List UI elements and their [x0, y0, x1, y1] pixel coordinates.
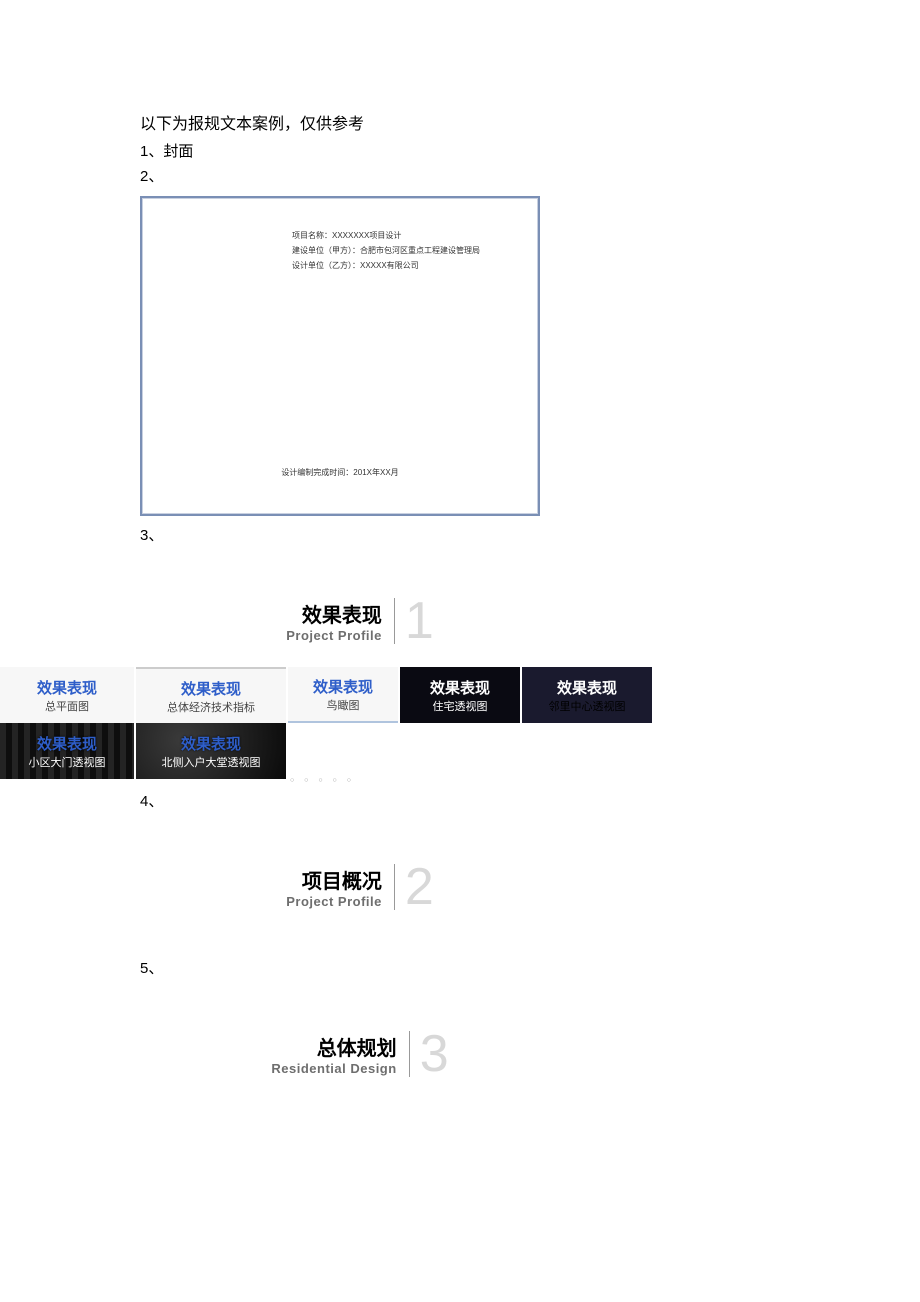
- tile-title: 效果表现: [37, 677, 97, 698]
- tile-lobby-perspective: 效果表现 北侧入户大堂透视图: [136, 723, 286, 779]
- section-2-cn: 项目概况: [286, 865, 382, 894]
- tile-birdview: 效果表现 鸟瞰图: [288, 667, 398, 723]
- cover-page-preview: 项目名称：XXXXXXX项目设计 建设单位（甲方）：合肥市包河区重点工程建设管理…: [140, 196, 540, 516]
- item-4: 4、: [140, 790, 780, 811]
- section-2-en: Project Profile: [286, 894, 382, 909]
- item-3: 3、: [140, 524, 780, 545]
- section-3-number: 3: [420, 1028, 449, 1080]
- divider-icon: [409, 1031, 410, 1077]
- tile-subtitle: 鸟瞰图: [327, 697, 360, 713]
- section-3-en: Residential Design: [271, 1061, 396, 1076]
- tile-title: 效果表现: [37, 733, 97, 754]
- section-3-title: 总体规划 Residential Design 3: [40, 1028, 680, 1080]
- section-1-cn: 效果表现: [286, 599, 382, 628]
- cover-line-project: 项目名称：XXXXXXX项目设计: [292, 228, 518, 243]
- section-1-title: 效果表现 Project Profile 1: [40, 595, 680, 647]
- item-5: 5、: [140, 957, 780, 978]
- tile-residential-perspective: 效果表现 住宅透视图: [400, 667, 520, 723]
- tile-title: 效果表现: [313, 676, 373, 697]
- item-1: 1、封面: [140, 140, 780, 161]
- section-2-number: 2: [405, 861, 434, 913]
- tile-subtitle: 邻里中心透视图: [549, 698, 626, 714]
- tile-neighbor-center: 效果表现 邻里中心透视图: [522, 667, 652, 723]
- section-3-cn: 总体规划: [271, 1032, 396, 1061]
- tile-gate-perspective: 效果表现 小区大门透视图: [0, 723, 134, 779]
- tile-title: 效果表现: [181, 678, 241, 699]
- tile-siteplan: 效果表现 总平面图: [0, 667, 134, 723]
- section-2-title: 项目概况 Project Profile 2: [40, 861, 680, 913]
- section-1-en: Project Profile: [286, 628, 382, 643]
- cover-date: 设计编制完成时间：201X年XX月: [142, 467, 538, 478]
- tile-title: 效果表现: [181, 733, 241, 754]
- section-1-number: 1: [405, 595, 434, 647]
- thumbnail-grid: 效果表现 总平面图 效果表现 总体经济技术指标 效果表现 鸟瞰图 效果表现 住宅…: [0, 667, 780, 784]
- item-2: 2、: [140, 165, 780, 186]
- divider-icon: [394, 864, 395, 910]
- cover-info: 项目名称：XXXXXXX项目设计 建设单位（甲方）：合肥市包河区重点工程建设管理…: [292, 228, 518, 274]
- tile-econ-index: 效果表现 总体经济技术指标: [136, 667, 286, 723]
- pagination-dots-icon: ○ ○ ○ ○ ○: [290, 777, 780, 784]
- cover-line-designer: 设计单位（乙方）：XXXXX有限公司: [292, 258, 518, 273]
- tile-subtitle: 北侧入户大堂透视图: [162, 754, 261, 770]
- intro-text: 以下为报规文本案例，仅供参考: [140, 110, 780, 134]
- tile-title: 效果表现: [557, 677, 617, 698]
- tile-subtitle: 住宅透视图: [433, 698, 488, 714]
- tile-title: 效果表现: [430, 677, 490, 698]
- divider-icon: [394, 598, 395, 644]
- tile-subtitle: 总体经济技术指标: [167, 699, 255, 715]
- tile-subtitle: 小区大门透视图: [29, 754, 106, 770]
- tile-subtitle: 总平面图: [45, 698, 89, 714]
- cover-line-client: 建设单位（甲方）：合肥市包河区重点工程建设管理局: [292, 243, 518, 258]
